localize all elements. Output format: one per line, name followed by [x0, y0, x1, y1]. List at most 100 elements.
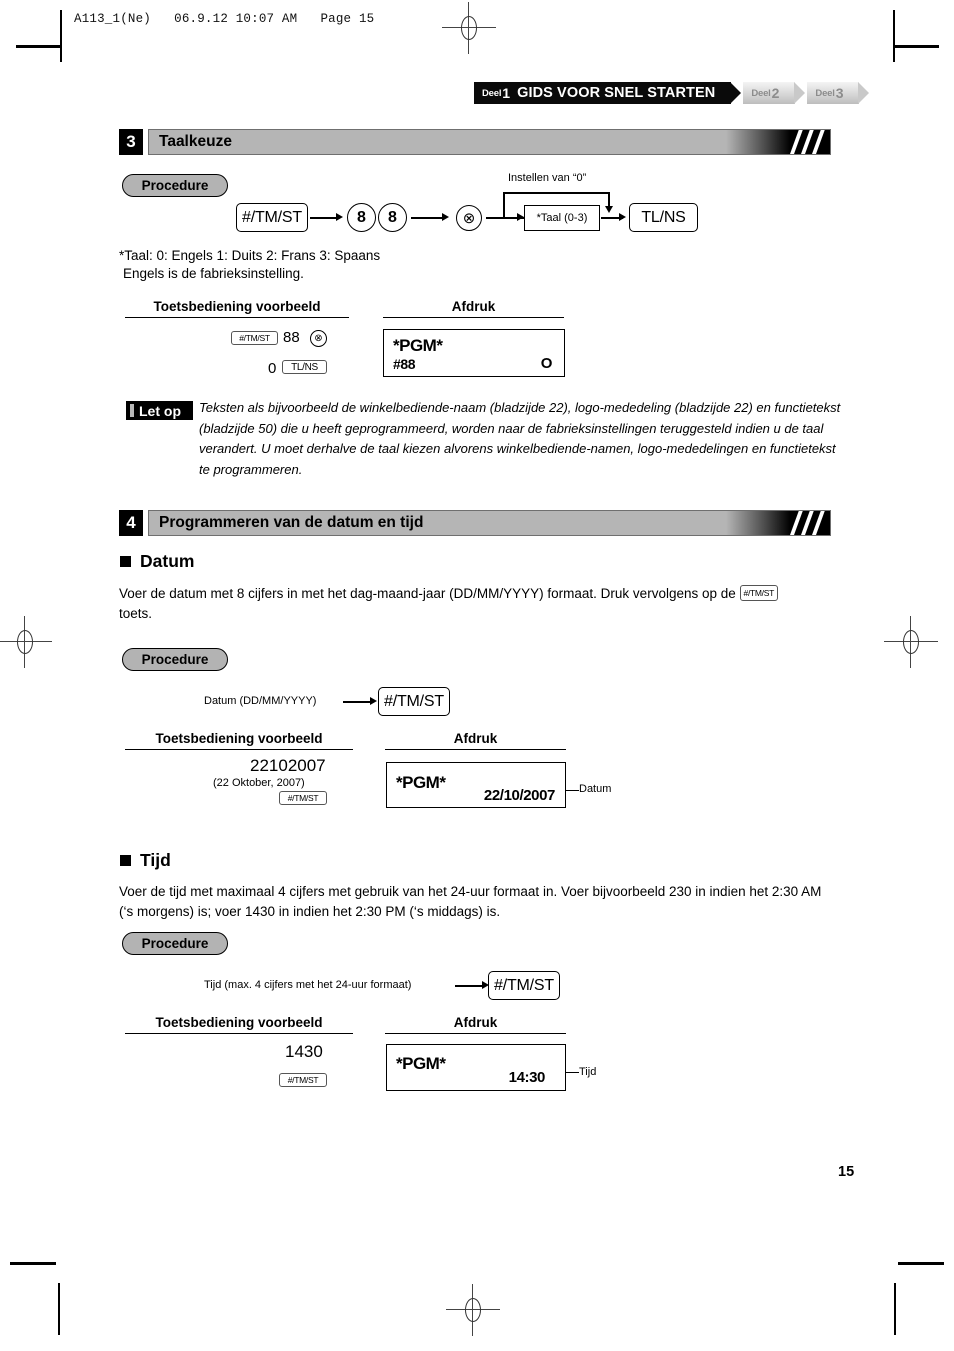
section-4-header: 4 Programmeren van de datum en tijd [119, 510, 831, 536]
datum-body-text: Voer de datum met 8 cijfers in met het d… [119, 584, 835, 624]
section-3-header: 3 Taalkeuze [119, 129, 831, 155]
note-badge-tick [130, 404, 134, 417]
section-3-example-digit-0: 0 [268, 360, 277, 377]
section-3-col-head-print: Afdruk [383, 299, 564, 318]
section-3-example-key-tm-st[interactable]: #/TM/ST [231, 331, 278, 345]
tijd-receipt-value: 14:30 [508, 1069, 546, 1086]
flow-key-multiply[interactable]: ⊗ [456, 205, 482, 231]
section-4-title-bar: Programmeren van de datum en tijd [148, 510, 831, 536]
flow-arrow-3-head [517, 213, 524, 221]
registration-mark-top [442, 2, 496, 54]
note-badge-label: Let op [139, 402, 181, 419]
branch-arrowhead-down [604, 206, 613, 213]
section-3-title-bar: Taalkeuze [148, 129, 831, 155]
chapter-tab-deel1-title: GIDS VOOR SNEL STARTEN [517, 85, 716, 101]
crop-mark-bottom-left-vertical [58, 1283, 60, 1335]
note-text-let-op: Teksten als bijvoorbeeld de winkelbedien… [199, 400, 841, 477]
chapter-tab-deel3[interactable]: Deel 3 [807, 82, 870, 104]
chapter-tab-deel1-number: 1 [502, 85, 511, 101]
section-4-number: 4 [119, 510, 143, 536]
tijd-procedure-badge: Procedure [122, 932, 228, 955]
square-bullet-icon-tijd [120, 855, 131, 866]
section-3-example-key-multiply[interactable]: ⊗ [310, 330, 327, 347]
page-number: 15 [838, 1164, 855, 1180]
flow-arrow-4-head [619, 213, 626, 221]
datum-body-inline-key[interactable]: #/TM/ST [739, 585, 779, 602]
registration-mark-left [0, 616, 52, 668]
crop-mark-bottom-left-horizontal [10, 1262, 56, 1265]
chapter-tab-deel2-prefix: Deel [751, 87, 771, 99]
datum-receipt: *PGM* 22/10/2007 [386, 762, 566, 808]
chapter-tab-deel2[interactable]: Deel 2 [743, 82, 806, 104]
datum-example-key-tm-st[interactable]: #/TM/ST [279, 791, 327, 805]
section-3-example-key-tl-ns[interactable]: TL/NS [282, 360, 327, 374]
tijd-example-entry: 1430 [285, 1042, 323, 1061]
flow-arrow-1-line [310, 217, 338, 219]
flow-key-tl-ns[interactable]: TL/NS [629, 203, 698, 232]
tijd-receipt: *PGM* 14:30 [386, 1044, 566, 1091]
datum-col-head-keyoperation: Toetsbediening voorbeeld [125, 731, 353, 750]
branch-label-instellen-van-0: Instellen van “0” [508, 172, 587, 184]
section-3-procedure-badge: Procedure [122, 174, 228, 197]
section-3-footnote-line1: *Taal: 0: Engels 1: Duits 2: Frans 3: Sp… [119, 248, 381, 263]
flow-key-tm-st[interactable]: #/TM/ST [236, 203, 308, 232]
flow-arrow-1-head [336, 213, 343, 221]
datum-example-entry: 22102007 [250, 756, 326, 775]
chapter-tab-deel1-prefix: Deel [482, 87, 502, 99]
chapter-tab-deel2-number: 2 [771, 85, 780, 101]
section-3-number: 3 [119, 129, 143, 155]
section-3-title: Taalkeuze [159, 133, 232, 150]
section-3-col-head-keyoperation: Toetsbediening voorbeeld [125, 299, 349, 318]
crop-mark-top-right-horizontal [893, 45, 939, 48]
datum-callout-line [566, 790, 579, 792]
subheading-datum: Datum [120, 551, 194, 572]
datum-col-head-print: Afdruk [385, 731, 566, 750]
chapter-tab-bar: Deel 1 GIDS VOOR SNEL STARTEN Deel 2 Dee… [474, 82, 870, 104]
subheading-tijd: Tijd [120, 850, 171, 871]
branch-top-horizontal [503, 192, 610, 194]
note-badge-let-op: Let op [126, 401, 193, 420]
chapter-tab-deel3-prefix: Deel [815, 87, 835, 99]
crop-mark-top-left-vertical [60, 10, 62, 62]
datum-procedure-badge: Procedure [122, 648, 228, 671]
section-3-slashes [788, 130, 830, 154]
crop-mark-bottom-right-horizontal [898, 1262, 944, 1265]
datum-example-entry-note: (22 Oktober, 2007) [213, 777, 305, 789]
datum-flow-arrow-head [370, 697, 377, 705]
section-3-footnote-line2: Engels is de fabrieksinstelling. [123, 266, 304, 281]
flow-arrow-2-line [411, 217, 444, 219]
crop-mark-bottom-right-vertical [894, 1283, 896, 1335]
tijd-body-text: Voer de tijd met maximaal 4 cijfers met … [119, 884, 822, 919]
tijd-callout-line [566, 1072, 579, 1074]
datum-body-part1: Voer de datum met 8 cijfers in met het d… [119, 586, 740, 601]
printer-header-line: A113_1(Ne) 06.9.12 10:07 AM Page 15 [74, 12, 375, 26]
flow-param-box-taal[interactable]: *Taal (0-3) [524, 205, 600, 231]
datum-flow-arrow-line [343, 701, 372, 703]
chapter-tab-deel3-number: 3 [835, 85, 844, 101]
tijd-callout-label: Tijd [579, 1066, 597, 1078]
flow-key-digit-8-first[interactable]: 8 [347, 203, 376, 232]
datum-callout-label: Datum [579, 783, 612, 795]
datum-receipt-value: 22/10/2007 [483, 787, 555, 804]
tijd-col-head-keyoperation: Toetsbediening voorbeeld [125, 1015, 353, 1034]
section-3-receipt-code: #88 [393, 356, 416, 372]
tijd-flow-input-label: Tijd (max. 4 cijfers met het 24-uur form… [204, 979, 412, 991]
crop-mark-top-right-vertical [893, 10, 895, 62]
chapter-tab-deel1[interactable]: Deel 1 GIDS VOOR SNEL STARTEN [474, 82, 742, 104]
tijd-flow-key-tm-st[interactable]: #/TM/ST [488, 971, 560, 1000]
tijd-example-key-tm-st[interactable]: #/TM/ST [279, 1073, 327, 1087]
section-4-slashes [788, 511, 830, 535]
subheading-datum-label: Datum [140, 551, 195, 571]
flow-key-digit-8-second[interactable]: 8 [378, 203, 407, 232]
datum-receipt-pgm: *PGM* [396, 773, 446, 792]
square-bullet-icon [120, 556, 131, 567]
flow-arrow-2-head [442, 213, 449, 221]
datum-flow-key-tm-st[interactable]: #/TM/ST [378, 687, 450, 716]
crop-mark-top-left-horizontal [16, 45, 62, 48]
section-3-receipt: *PGM* #88 O [383, 329, 565, 377]
section-4-title: Programmeren van de datum en tijd [159, 514, 424, 531]
datum-flow-input-label: Datum (DD/MM/YYYY) [204, 695, 317, 707]
datum-body-part2: toets. [119, 606, 153, 621]
section-3-receipt-value: O [540, 355, 553, 372]
subheading-tijd-label: Tijd [140, 850, 171, 870]
